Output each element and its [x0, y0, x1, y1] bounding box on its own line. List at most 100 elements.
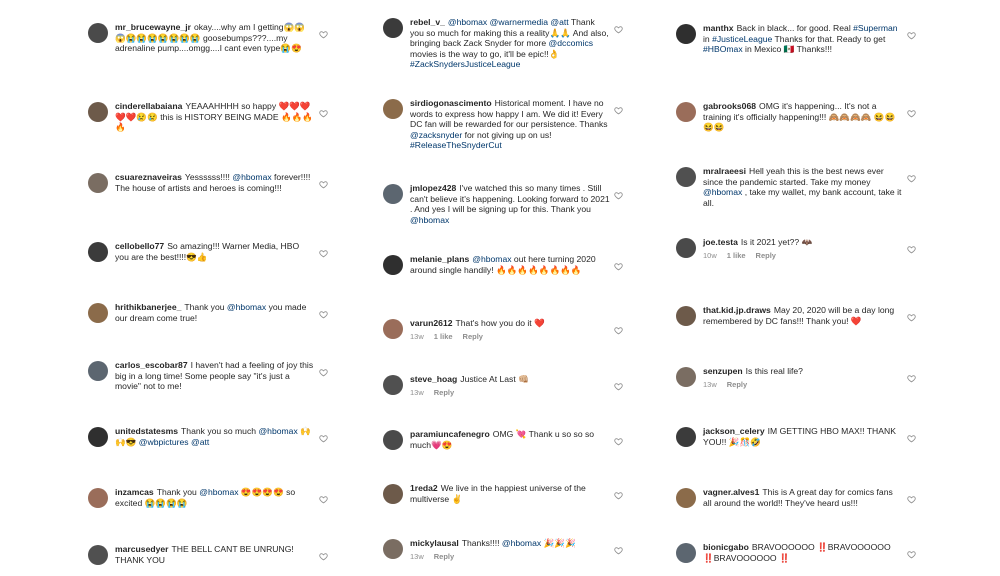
avatar[interactable] [383, 430, 403, 450]
avatar[interactable] [88, 545, 108, 565]
heart-outline-icon[interactable] [614, 382, 623, 391]
username-link[interactable]: that.kid.jp.draws [703, 305, 771, 315]
mention-link[interactable]: @hbomax [410, 215, 449, 225]
mention-link[interactable]: @wbpictures [139, 437, 189, 447]
avatar[interactable] [676, 543, 696, 563]
avatar[interactable] [676, 167, 696, 187]
heart-outline-icon[interactable] [319, 552, 328, 561]
heart-outline-icon[interactable] [319, 249, 328, 258]
avatar[interactable] [88, 23, 108, 43]
avatar[interactable] [383, 18, 403, 38]
reply-button[interactable]: Reply [756, 251, 776, 260]
username-link[interactable]: unitedstatesms [115, 426, 178, 436]
mention-link[interactable]: @att [550, 17, 568, 27]
username-link[interactable]: mickylausal [410, 538, 459, 548]
avatar[interactable] [383, 255, 403, 275]
heart-outline-icon[interactable] [614, 106, 623, 115]
username-link[interactable]: joe.testa [703, 237, 738, 247]
mention-link[interactable]: @att [191, 437, 209, 447]
heart-outline-icon[interactable] [614, 326, 623, 335]
avatar[interactable] [383, 99, 403, 119]
mention-link[interactable]: @hbomax [227, 302, 266, 312]
avatar[interactable] [676, 24, 696, 44]
heart-outline-icon[interactable] [319, 434, 328, 443]
mention-link[interactable]: @hbomax [199, 487, 238, 497]
mention-link[interactable]: @dccomics [549, 38, 594, 48]
username-link[interactable]: rebel_v_ [410, 17, 445, 27]
reply-button[interactable]: Reply [727, 380, 747, 389]
username-link[interactable]: cellobello77 [115, 241, 164, 251]
avatar[interactable] [88, 303, 108, 323]
reply-button[interactable]: Reply [434, 388, 454, 397]
username-link[interactable]: vagner.alves1 [703, 487, 759, 497]
reply-button[interactable]: Reply [463, 332, 483, 341]
heart-outline-icon[interactable] [319, 310, 328, 319]
username-link[interactable]: cinderellabaiana [115, 101, 182, 111]
comment-timestamp[interactable]: 13w [410, 388, 424, 397]
heart-outline-icon[interactable] [319, 180, 328, 189]
hashtag-link[interactable]: #Superman [853, 23, 897, 33]
avatar[interactable] [88, 361, 108, 381]
avatar[interactable] [88, 488, 108, 508]
avatar[interactable] [88, 242, 108, 262]
heart-outline-icon[interactable] [614, 491, 623, 500]
likes-count[interactable]: 1 like [434, 332, 453, 341]
avatar[interactable] [383, 539, 403, 559]
avatar[interactable] [383, 484, 403, 504]
username-link[interactable]: mralraeesi [703, 166, 746, 176]
heart-outline-icon[interactable] [614, 262, 623, 271]
heart-outline-icon[interactable] [614, 437, 623, 446]
heart-outline-icon[interactable] [907, 245, 916, 254]
heart-outline-icon[interactable] [319, 109, 328, 118]
heart-outline-icon[interactable] [614, 191, 623, 200]
username-link[interactable]: senzupen [703, 366, 743, 376]
avatar[interactable] [676, 367, 696, 387]
heart-outline-icon[interactable] [907, 109, 916, 118]
comment-timestamp[interactable]: 10w [703, 251, 717, 260]
username-link[interactable]: melanie_plans [410, 254, 469, 264]
heart-outline-icon[interactable] [614, 25, 623, 34]
hashtag-link[interactable]: #JusticeLeague [712, 34, 772, 44]
avatar[interactable] [676, 102, 696, 122]
hashtag-link[interactable]: #ReleaseTheSnyderCut [410, 140, 502, 150]
username-link[interactable]: varun2612 [410, 318, 453, 328]
avatar[interactable] [383, 184, 403, 204]
username-link[interactable]: jmlopez428 [410, 183, 456, 193]
heart-outline-icon[interactable] [907, 550, 916, 559]
username-link[interactable]: bionicgabo [703, 542, 749, 552]
hashtag-link[interactable]: #ZackSnydersJusticeLeague [410, 59, 520, 69]
avatar[interactable] [88, 173, 108, 193]
heart-outline-icon[interactable] [614, 546, 623, 555]
heart-outline-icon[interactable] [907, 434, 916, 443]
heart-outline-icon[interactable] [907, 374, 916, 383]
username-link[interactable]: carlos_escobar87 [115, 360, 188, 370]
mention-link[interactable]: @hbomax [472, 254, 511, 264]
username-link[interactable]: jackson_celery [703, 426, 765, 436]
avatar[interactable] [676, 488, 696, 508]
username-link[interactable]: 1reda2 [410, 483, 438, 493]
avatar[interactable] [676, 427, 696, 447]
username-link[interactable]: gabrooks068 [703, 101, 756, 111]
avatar[interactable] [676, 238, 696, 258]
reply-button[interactable]: Reply [434, 552, 454, 561]
mention-link[interactable]: @hbomax [703, 187, 742, 197]
username-link[interactable]: hrithikbanerjee_ [115, 302, 181, 312]
username-link[interactable]: paramiuncafenegro [410, 429, 490, 439]
hashtag-link[interactable]: #HBOmax [703, 44, 743, 54]
likes-count[interactable]: 1 like [727, 251, 746, 260]
mention-link[interactable]: @hbomax [502, 538, 541, 548]
comment-timestamp[interactable]: 13w [410, 332, 424, 341]
heart-outline-icon[interactable] [319, 30, 328, 39]
heart-outline-icon[interactable] [907, 313, 916, 322]
username-link[interactable]: csuareznaveiras [115, 172, 182, 182]
heart-outline-icon[interactable] [319, 495, 328, 504]
username-link[interactable]: sirdiogonascimento [410, 98, 492, 108]
mention-link[interactable]: @warnermedia [490, 17, 548, 27]
username-link[interactable]: marcusedyer [115, 544, 169, 554]
username-link[interactable]: manthx [703, 23, 734, 33]
mention-link[interactable]: @hbomax [232, 172, 271, 182]
heart-outline-icon[interactable] [907, 174, 916, 183]
heart-outline-icon[interactable] [319, 368, 328, 377]
heart-outline-icon[interactable] [907, 31, 916, 40]
mention-link[interactable]: @hbomax [448, 17, 487, 27]
